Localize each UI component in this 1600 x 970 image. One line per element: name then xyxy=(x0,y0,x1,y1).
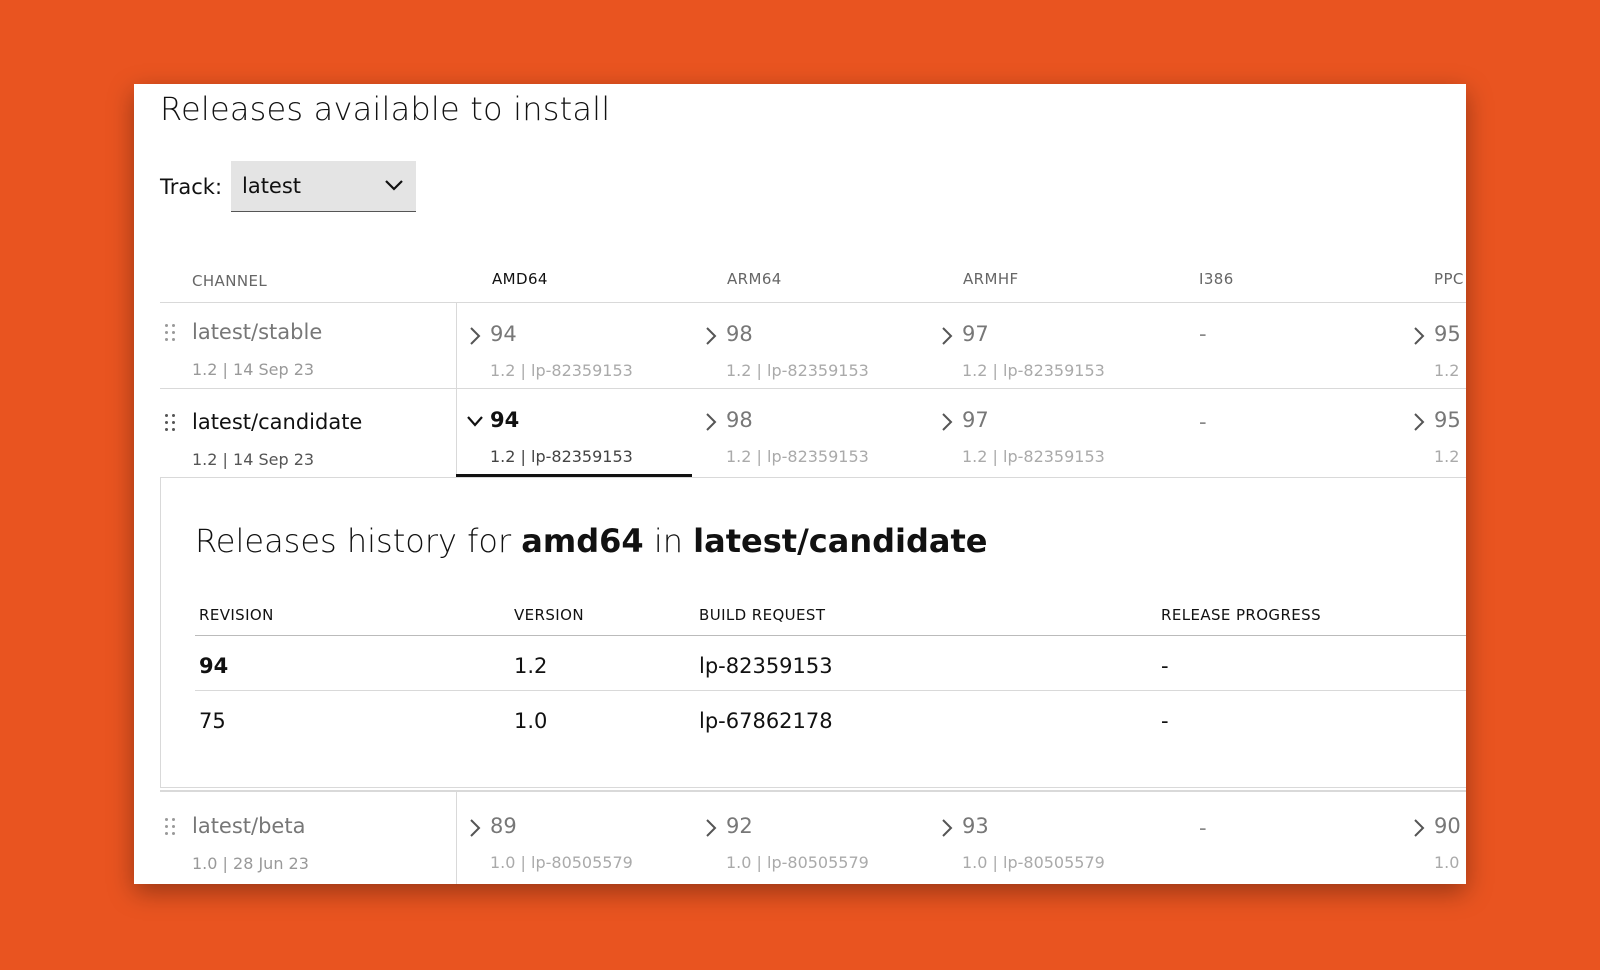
revision-meta: 1.2 | xyxy=(1434,361,1466,380)
history-version: 1.0 xyxy=(514,709,548,733)
page-title: Releases available to install xyxy=(160,90,611,128)
release-cell[interactable]: 93 1.0 | lp-80505579 xyxy=(928,794,1164,880)
channel-meta: 1.2 | 14 Sep 23 xyxy=(192,360,315,379)
revision-number: 94 xyxy=(490,322,517,346)
chevron-right-icon xyxy=(470,819,481,837)
revision-meta: 1.0 | xyxy=(1434,853,1466,872)
chevron-right-icon xyxy=(706,327,717,345)
history-title-mid: in xyxy=(653,522,683,560)
channel-name: latest/candidate xyxy=(192,410,363,434)
track-select-value: latest xyxy=(242,174,302,198)
revision-number: 94 xyxy=(490,408,520,432)
track-label: Track: xyxy=(160,175,223,199)
revision-meta: 1.2 | lp-82359153 xyxy=(726,361,869,380)
release-cell[interactable]: 90 1.0 | xyxy=(1400,794,1466,880)
revision-meta: 1.0 | lp-80505579 xyxy=(962,853,1105,872)
history-col-revision: REVISION xyxy=(199,606,274,624)
chevron-right-icon xyxy=(942,819,953,837)
release-cell[interactable]: 98 1.2 | lp-82359153 xyxy=(692,302,928,388)
chevron-right-icon xyxy=(1414,327,1425,345)
history-progress: - xyxy=(1161,654,1169,678)
empty-release: - xyxy=(1199,816,1207,840)
channel-name: latest/stable xyxy=(192,320,323,344)
track-select[interactable]: latest xyxy=(231,161,416,212)
channel-meta: 1.2 | 14 Sep 23 xyxy=(192,450,315,469)
release-cell[interactable]: 98 1.2 | lp-82359153 xyxy=(692,388,928,474)
channel-meta: 1.0 | 28 Jun 23 xyxy=(192,854,309,873)
revision-meta: 1.2 | lp-82359153 xyxy=(490,447,633,466)
arch-header-ppc: PPC xyxy=(1434,270,1464,288)
revision-meta: 1.2 | lp-82359153 xyxy=(962,447,1105,466)
revision-number: 90 xyxy=(1434,814,1461,838)
history-title: Releases history for amd64 in latest/can… xyxy=(195,522,987,560)
history-revision: 75 xyxy=(199,709,226,733)
release-cell[interactable]: 92 1.0 | lp-80505579 xyxy=(692,794,928,880)
releases-panel: Releases available to install Track: lat… xyxy=(134,84,1466,884)
arch-header-armhf: ARMHF xyxy=(963,270,1019,288)
empty-release: - xyxy=(1199,322,1207,346)
history-arch: amd64 xyxy=(521,522,644,560)
chevron-right-icon xyxy=(942,413,953,431)
release-cell[interactable]: 95 1.2 | xyxy=(1400,302,1466,388)
chevron-down-icon xyxy=(467,416,483,427)
history-title-prefix: Releases history for xyxy=(195,522,512,560)
revision-number: 97 xyxy=(962,408,989,432)
revision-meta: 1.2 | lp-82359153 xyxy=(726,447,869,466)
revision-number: 98 xyxy=(726,408,753,432)
revision-number: 92 xyxy=(726,814,753,838)
history-row-divider xyxy=(195,690,1466,691)
history-channel: latest/candidate xyxy=(693,522,988,560)
empty-release: - xyxy=(1199,410,1207,434)
revision-meta: 1.0 | lp-80505579 xyxy=(490,853,633,872)
revision-number: 95 xyxy=(1434,408,1461,432)
history-revision: 94 xyxy=(199,654,229,678)
drag-handle-icon[interactable] xyxy=(165,818,177,838)
chevron-down-icon xyxy=(385,180,403,191)
release-cell[interactable]: 95 1.2 | xyxy=(1400,388,1466,474)
revision-meta: 1.2 | lp-82359153 xyxy=(962,361,1105,380)
history-build: lp-82359153 xyxy=(699,654,833,678)
release-cell-selected[interactable]: 94 1.2 | lp-82359153 xyxy=(456,388,692,478)
revision-meta: 1.0 | lp-80505579 xyxy=(726,853,869,872)
revision-number: 95 xyxy=(1434,322,1461,346)
release-history-panel: Releases history for amd64 in latest/can… xyxy=(160,478,1466,788)
release-cell[interactable]: 97 1.2 | lp-82359153 xyxy=(928,302,1164,388)
history-progress: - xyxy=(1161,709,1169,733)
arch-header-arm64: ARM64 xyxy=(727,270,782,288)
history-col-version: VERSION xyxy=(514,606,584,624)
revision-number: 98 xyxy=(726,322,753,346)
chevron-right-icon xyxy=(706,413,717,431)
release-cell[interactable]: 97 1.2 | lp-82359153 xyxy=(928,388,1164,474)
revision-meta: 1.2 | xyxy=(1434,447,1466,466)
chevron-right-icon xyxy=(1414,819,1425,837)
drag-handle-icon[interactable] xyxy=(165,414,177,434)
release-cell[interactable]: 89 1.0 | lp-80505579 xyxy=(456,794,692,880)
history-build: lp-67862178 xyxy=(699,709,833,733)
revision-number: 89 xyxy=(490,814,517,838)
arch-header-i386: I386 xyxy=(1199,270,1234,288)
drag-handle-icon[interactable] xyxy=(165,324,177,344)
revision-number: 93 xyxy=(962,814,989,838)
arch-header-amd64: AMD64 xyxy=(492,270,548,288)
channel-column-header: CHANNEL xyxy=(192,272,268,290)
channel-name: latest/beta xyxy=(192,814,306,838)
chevron-right-icon xyxy=(1414,413,1425,431)
history-col-release-progress: RELEASE PROGRESS xyxy=(1161,606,1322,624)
history-version: 1.2 xyxy=(514,654,548,678)
release-cell[interactable]: 94 1.2 | lp-82359153 xyxy=(456,302,692,388)
chevron-right-icon xyxy=(706,819,717,837)
history-col-build-request: BUILD REQUEST xyxy=(699,606,826,624)
chevron-right-icon xyxy=(942,327,953,345)
revision-number: 97 xyxy=(962,322,989,346)
history-header-divider xyxy=(195,635,1466,636)
revision-meta: 1.2 | lp-82359153 xyxy=(490,361,633,380)
chevron-right-icon xyxy=(470,327,481,345)
row-divider xyxy=(160,790,1466,792)
